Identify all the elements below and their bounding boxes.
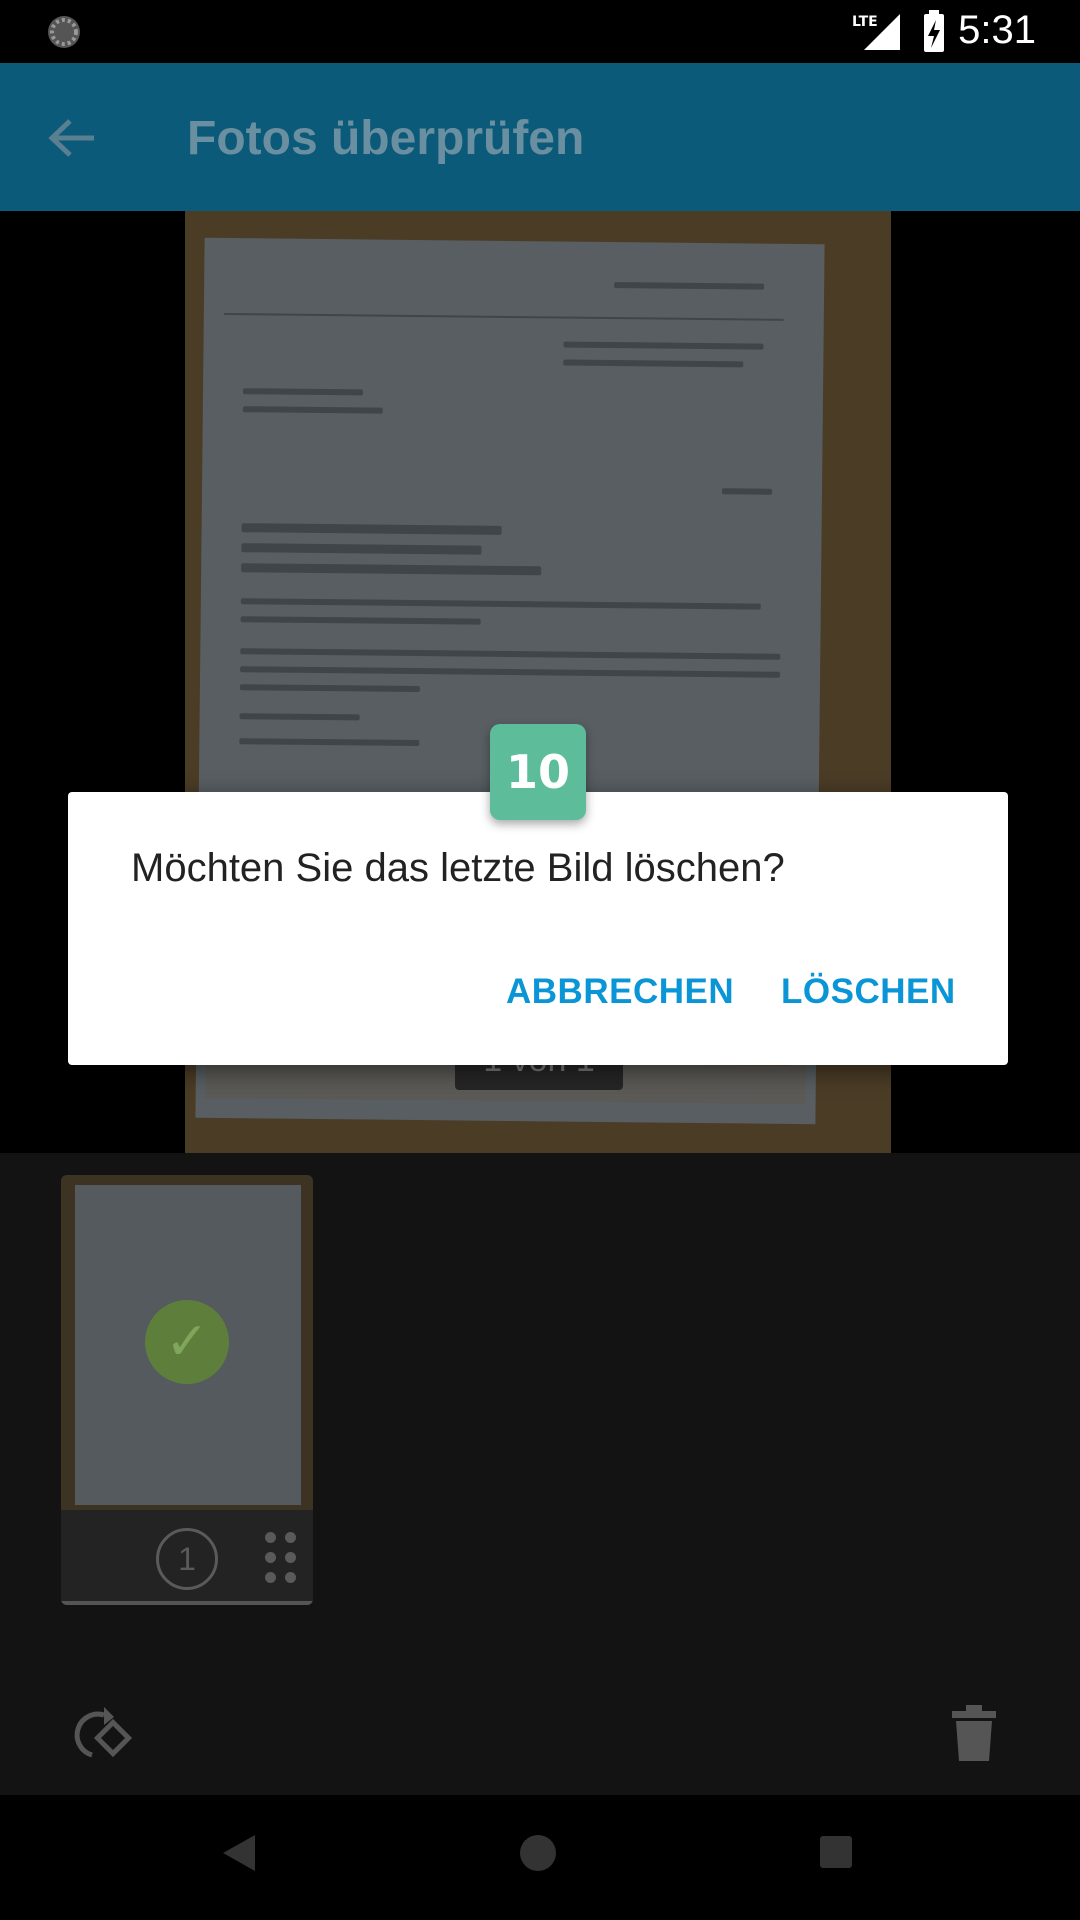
- nav-recents-icon[interactable]: [818, 1834, 854, 1870]
- delete-dialog: Möchten Sie das letzte Bild löschen? ABB…: [68, 792, 1008, 1065]
- check-icon: ✓: [145, 1300, 229, 1384]
- svg-text:LTE: LTE: [852, 14, 878, 30]
- dialog-message: Möchten Sie das letzte Bild löschen?: [131, 846, 785, 890]
- page-title: Fotos überprüfen: [187, 112, 585, 165]
- step-badge: 10: [490, 724, 586, 820]
- status-bar: LTE 5:31: [0, 0, 1080, 63]
- page-thumbnail[interactable]: ✓ 1: [61, 1175, 313, 1605]
- status-time: 5:31: [958, 8, 1036, 52]
- delete-button[interactable]: LÖSCHEN: [781, 972, 956, 1012]
- cancel-button[interactable]: ABBRECHEN: [506, 972, 734, 1012]
- sync-icon: [48, 16, 80, 48]
- nav-home-icon[interactable]: [518, 1833, 558, 1873]
- back-arrow-icon[interactable]: [46, 113, 96, 163]
- thumbnail-footer: 1: [61, 1510, 313, 1605]
- nav-back-icon[interactable]: [221, 1833, 257, 1873]
- drag-handle-icon[interactable]: [265, 1532, 299, 1586]
- battery-charging-icon: [924, 10, 944, 52]
- navigation-bar: [0, 1795, 1080, 1920]
- lte-signal-icon: LTE: [852, 14, 900, 50]
- trash-icon[interactable]: [952, 1705, 996, 1761]
- page-number-badge: 1: [156, 1528, 218, 1590]
- rotate-icon[interactable]: [74, 1705, 134, 1765]
